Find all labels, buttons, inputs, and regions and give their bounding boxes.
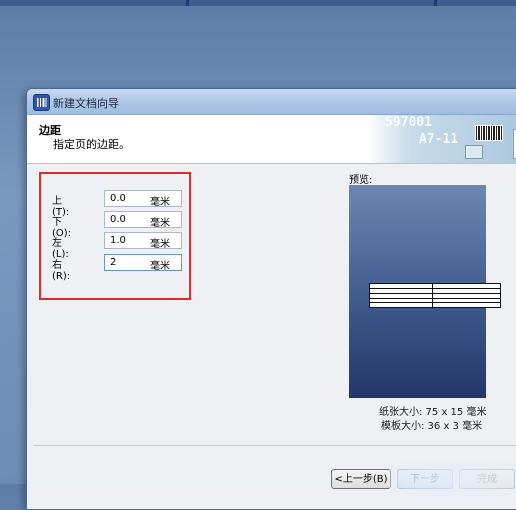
footer-divider [33, 445, 516, 446]
margins-group: 上(T): 0.0 毫米 下(O): 0.0 毫米 左(L): 1.0 毫米 右… [39, 172, 191, 300]
margin-right-label: 右(R): [52, 260, 71, 282]
preview-column-line [432, 284, 433, 307]
margin-bottom-unit: 毫米 [150, 218, 170, 229]
barcode-icon [475, 125, 503, 141]
strip-marker [434, 0, 437, 6]
preview-pane [349, 185, 501, 398]
title-bar[interactable]: 新建文档向导 [27, 89, 516, 115]
paper-size-text: 纸张大小: 75 x 15 毫米 [379, 407, 487, 418]
banner-code-text: A7-11 [419, 132, 459, 147]
label-tag-icon [465, 145, 483, 159]
label-layout-preview [369, 283, 501, 308]
back-button[interactable]: <上一步(B) [331, 469, 391, 489]
new-document-wizard-dialog: 新建文档向导 边距 指定页的边距。 597001 A7-11 上(T): 0.0… [26, 88, 516, 510]
margin-top-input[interactable]: 0.0 毫米 [104, 190, 182, 208]
preview-row-line [370, 293, 500, 294]
margin-top-value: 0.0 [110, 193, 126, 204]
margin-bottom-value: 0.0 [110, 214, 126, 225]
step-description: 指定页的边距。 [53, 138, 130, 151]
template-size-text: 模板大小: 36 x 3 毫米 [381, 421, 483, 432]
preview-row-line [370, 288, 500, 289]
margin-left-input[interactable]: 1.0 毫米 [104, 232, 182, 250]
margin-left-value: 1.0 [110, 235, 126, 246]
margin-right-unit: 毫米 [150, 261, 170, 272]
margin-left-unit: 毫米 [150, 239, 170, 250]
margin-right-input[interactable]: 2 毫米 [104, 254, 182, 272]
margin-top-unit: 毫米 [150, 197, 170, 208]
window-title: 新建文档向导 [53, 97, 119, 110]
preview-label: 预览: [349, 175, 373, 186]
label-app-icon [33, 94, 50, 111]
taskbar-strip [0, 0, 516, 6]
strip-marker [186, 0, 189, 6]
margin-right-value: 2 [110, 257, 117, 268]
banner-number-text: 597001 [385, 115, 432, 130]
finish-button[interactable]: 完成 [459, 469, 515, 489]
preview-row-line [370, 298, 500, 299]
preview-row-line [370, 302, 500, 303]
wizard-header: 边距 指定页的边距。 597001 A7-11 [27, 115, 516, 164]
margin-bottom-input[interactable]: 0.0 毫米 [104, 211, 182, 229]
header-banner-graphic: 597001 A7-11 [367, 115, 516, 163]
next-button[interactable]: 下一步 [397, 469, 453, 489]
